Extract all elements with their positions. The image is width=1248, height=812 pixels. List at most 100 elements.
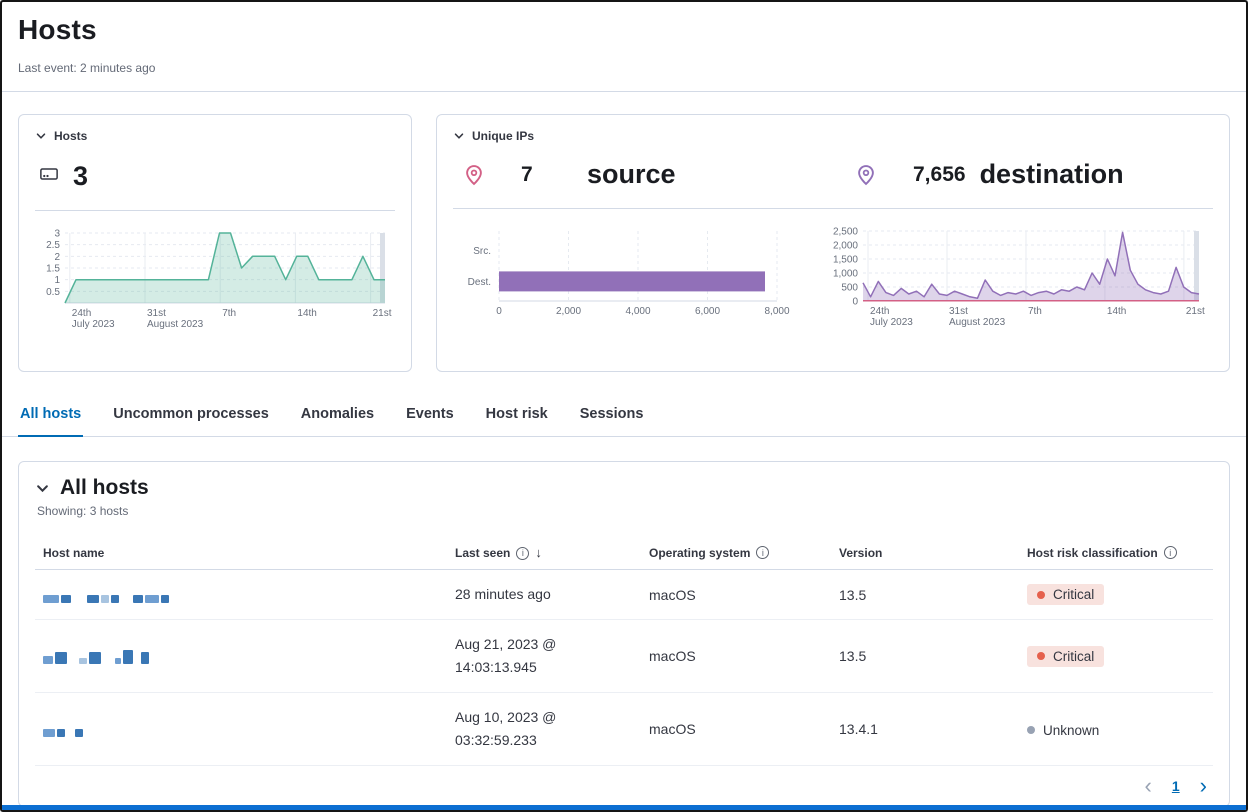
table-header-row: Host name Last seeni↓ Operating systemi …	[35, 536, 1213, 570]
svg-text:3: 3	[54, 229, 60, 240]
pagination: ‹ 1 ›	[35, 766, 1213, 800]
hosts-panel-title: Hosts	[54, 129, 87, 143]
destination-ips-count: 7,656	[913, 163, 966, 187]
app-window: Hosts Last event: 2 minutes ago Hosts	[0, 0, 1248, 812]
svg-text:0: 0	[852, 297, 858, 308]
all-hosts-header: All hosts	[35, 476, 1213, 500]
last-seen-value: Aug 10, 2023 @ 03:32:59.233	[455, 706, 577, 752]
column-host-risk-classification[interactable]: Host risk classificationi	[1019, 536, 1213, 570]
last-event-text: Last event: 2 minutes ago	[18, 61, 1230, 75]
svg-text:14th: 14th	[1107, 306, 1126, 317]
svg-text:1.5: 1.5	[46, 264, 60, 275]
info-icon[interactable]: i	[1164, 546, 1177, 559]
source-ips-count: 7	[521, 163, 573, 187]
storage-icon	[39, 164, 59, 189]
all-hosts-title: All hosts	[60, 476, 149, 500]
svg-text:0.5: 0.5	[46, 287, 60, 298]
unique-ips-panel-header: Unique IPs	[453, 129, 1213, 143]
svg-text:7th: 7th	[1028, 306, 1042, 317]
unique-ips-charts: 02,0004,0006,0008,000Src.Dest. 2,5002,00…	[453, 225, 1213, 336]
tab-anomalies[interactable]: Anomalies	[299, 402, 376, 436]
os-value: macOS	[641, 620, 831, 693]
redacted-host-name[interactable]	[43, 587, 439, 603]
hosts-count-value: 3	[73, 161, 88, 192]
svg-text:8,000: 8,000	[764, 306, 789, 317]
svg-text:July 2023: July 2023	[870, 317, 913, 328]
svg-text:7th: 7th	[222, 308, 236, 319]
showing-count: Showing: 3 hosts	[37, 504, 1213, 518]
column-last-seen[interactable]: Last seeni↓	[447, 536, 641, 570]
sort-desc-icon: ↓	[535, 545, 542, 560]
all-hosts-table: Host name Last seeni↓ Operating systemi …	[35, 536, 1213, 766]
svg-text:2,500: 2,500	[833, 227, 858, 238]
tab-all-hosts[interactable]: All hosts	[18, 402, 83, 437]
svg-text:31st: 31st	[949, 306, 968, 317]
risk-label: Critical	[1053, 649, 1094, 664]
svg-text:6,000: 6,000	[695, 306, 720, 317]
svg-text:2.5: 2.5	[46, 240, 60, 251]
svg-text:0: 0	[496, 306, 502, 317]
os-value: macOS	[641, 693, 831, 766]
tab-host-risk[interactable]: Host risk	[484, 402, 550, 436]
redacted-host-name[interactable]	[43, 648, 439, 664]
destination-pin-icon	[855, 164, 877, 186]
column-version[interactable]: Version	[831, 536, 1019, 570]
panel-divider	[453, 208, 1213, 209]
unique-ips-kpi-panel: Unique IPs 7 source	[436, 114, 1230, 372]
svg-text:21st: 21st	[1186, 306, 1205, 317]
tab-sessions[interactable]: Sessions	[578, 402, 646, 436]
svg-text:31st: 31st	[147, 308, 166, 319]
column-operating-system[interactable]: Operating systemi	[641, 536, 831, 570]
risk-label: Unknown	[1043, 723, 1099, 738]
info-icon[interactable]: i	[516, 547, 529, 560]
source-ips-metric: 7 source	[453, 159, 833, 190]
next-page-icon[interactable]: ›	[1200, 779, 1207, 793]
hosts-metric: 3	[39, 161, 395, 192]
tab-uncommon-processes[interactable]: Uncommon processes	[111, 402, 271, 436]
version-value: 13.4.1	[831, 693, 1019, 766]
chevron-down-icon[interactable]	[35, 481, 50, 496]
all-hosts-panel: All hosts Showing: 3 hosts Host name Las…	[18, 461, 1230, 807]
last-seen-value: Aug 21, 2023 @ 14:03:13.945	[455, 633, 577, 679]
svg-text:500: 500	[841, 283, 858, 294]
timeline-bar[interactable]	[2, 805, 1246, 810]
page-header: Hosts Last event: 2 minutes ago	[2, 2, 1246, 75]
svg-text:Dest.: Dest.	[468, 277, 491, 288]
tab-events[interactable]: Events	[404, 402, 456, 436]
risk-badge: Critical	[1027, 584, 1104, 605]
svg-text:2: 2	[54, 252, 60, 263]
svg-text:1,000: 1,000	[833, 269, 858, 280]
risk-dot-icon	[1027, 726, 1035, 734]
unique-ips-bar-chart: 02,0004,0006,0008,000Src.Dest.	[453, 225, 793, 336]
svg-text:August 2023: August 2023	[147, 319, 204, 330]
redacted-host-name[interactable]	[43, 721, 439, 737]
svg-text:21st: 21st	[373, 308, 392, 319]
risk-badge: Unknown	[1027, 723, 1099, 738]
hosts-area-chart: 32.521.510.524thJuly 202331stAugust 2023…	[35, 227, 395, 338]
chevron-down-icon[interactable]	[35, 130, 47, 142]
hosts-panel-header: Hosts	[35, 129, 395, 143]
column-host-name[interactable]: Host name	[35, 536, 447, 570]
svg-text:2,000: 2,000	[556, 306, 581, 317]
page-title: Hosts	[18, 14, 1230, 46]
source-ips-label: source	[587, 159, 676, 190]
version-value: 13.5	[831, 620, 1019, 693]
svg-text:2,000: 2,000	[833, 241, 858, 252]
risk-badge: Critical	[1027, 646, 1104, 667]
source-pin-icon	[463, 164, 485, 186]
unique-ips-panel-title: Unique IPs	[472, 129, 534, 143]
table-row: 28 minutes ago macOS 13.5 Critical	[35, 570, 1213, 620]
svg-text:Src.: Src.	[473, 246, 491, 257]
risk-label: Critical	[1053, 587, 1094, 602]
version-value: 13.5	[831, 570, 1019, 620]
chevron-down-icon[interactable]	[453, 130, 465, 142]
page-number[interactable]: 1	[1172, 778, 1180, 794]
info-icon[interactable]: i	[756, 546, 769, 559]
kpi-row: Hosts 3 32.521.510.524thJuly 202331stAug…	[2, 92, 1246, 372]
panel-divider	[35, 210, 395, 211]
previous-page-icon[interactable]: ‹	[1145, 779, 1152, 793]
svg-text:14th: 14th	[297, 308, 316, 319]
hosts-tabs: All hosts Uncommon processes Anomalies E…	[2, 402, 1246, 437]
destination-ips-label: destination	[980, 159, 1124, 190]
risk-dot-icon	[1037, 591, 1045, 599]
